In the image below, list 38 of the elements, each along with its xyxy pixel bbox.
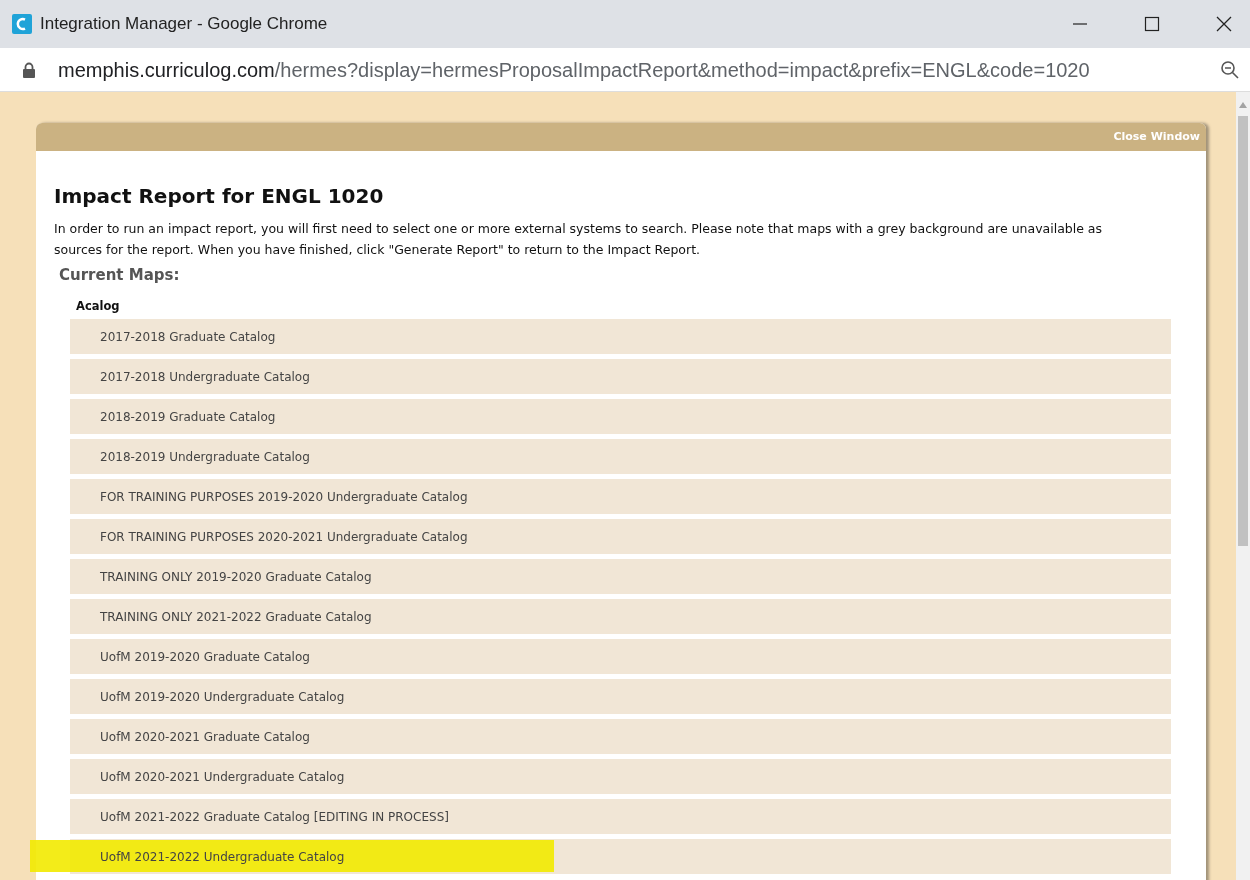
map-label: 2018-2019 Undergraduate Catalog (100, 448, 310, 466)
map-row[interactable] (70, 758, 1171, 794)
scroll-up-icon[interactable] (1239, 102, 1247, 108)
map-row[interactable] (70, 638, 1171, 674)
map-label: FOR TRAINING PURPOSES 2019-2020 Undergraduate Catalog (100, 488, 468, 506)
window-title: Integration Manager - Google Chrome (40, 13, 328, 36)
app-logo-icon (12, 14, 32, 34)
map-row[interactable] (70, 798, 1171, 834)
map-label: UofM 2019-2020 Undergraduate Catalog (100, 688, 345, 706)
map-label: UofM 2021-2022 Undergraduate Catalog (100, 848, 345, 866)
scrollbar[interactable] (1236, 92, 1250, 880)
map-row[interactable] (70, 478, 1171, 514)
map-row[interactable] (70, 598, 1171, 634)
group-label: Acalog (76, 297, 121, 315)
map-row[interactable] (70, 438, 1171, 474)
address-field[interactable]: memphis.curriculog.com/hermes?display=hermesProposalImpactReport&method=impact&prefix=ENGL&code=1020 (58, 54, 1220, 85)
map-label: UofM 2019-2020 Graduate Catalog (100, 648, 310, 666)
map-label: FOR TRAINING PURPOSES 2020-2021 Undergraduate Catalog (100, 528, 468, 546)
map-label: UofM 2021-2022 Graduate Catalog [EDITING IN PROCESS] (100, 808, 449, 826)
map-row[interactable] (70, 678, 1171, 714)
map-row[interactable] (70, 518, 1171, 554)
report-heading: Impact Report for ENGL 1020 (54, 183, 385, 210)
map-label: 2017-2018 Graduate Catalog (100, 328, 276, 346)
lock-icon (22, 61, 36, 78)
map-label: 2018-2019 Graduate Catalog (100, 408, 276, 426)
map-label: UofM 2020-2021 Graduate Catalog (100, 728, 310, 746)
map-label: UofM 2020-2021 Undergraduate Catalog (100, 768, 345, 786)
map-label: TRAINING ONLY 2019-2020 Graduate Catalog (100, 568, 372, 586)
map-label: 2017-2018 Undergraduate Catalog (100, 368, 310, 386)
map-row[interactable] (70, 718, 1171, 754)
close-icon[interactable] (1216, 16, 1232, 32)
maximize-icon[interactable] (1144, 16, 1160, 32)
scroll-thumb[interactable] (1238, 116, 1248, 546)
section-title: Current Maps: (59, 265, 181, 286)
map-row[interactable] (70, 558, 1171, 594)
zoom-out-icon[interactable] (1220, 59, 1240, 80)
intro-text: In order to run an impact report, you will first need to select one or more external systems to search. Please note that maps with a grey background are unavailable as sources for the report. When you have finished, click "Generate Report" to return to the Impact Report. (54, 220, 1104, 259)
map-label: TRAINING ONLY 2021-2022 Graduate Catalog (100, 608, 372, 626)
